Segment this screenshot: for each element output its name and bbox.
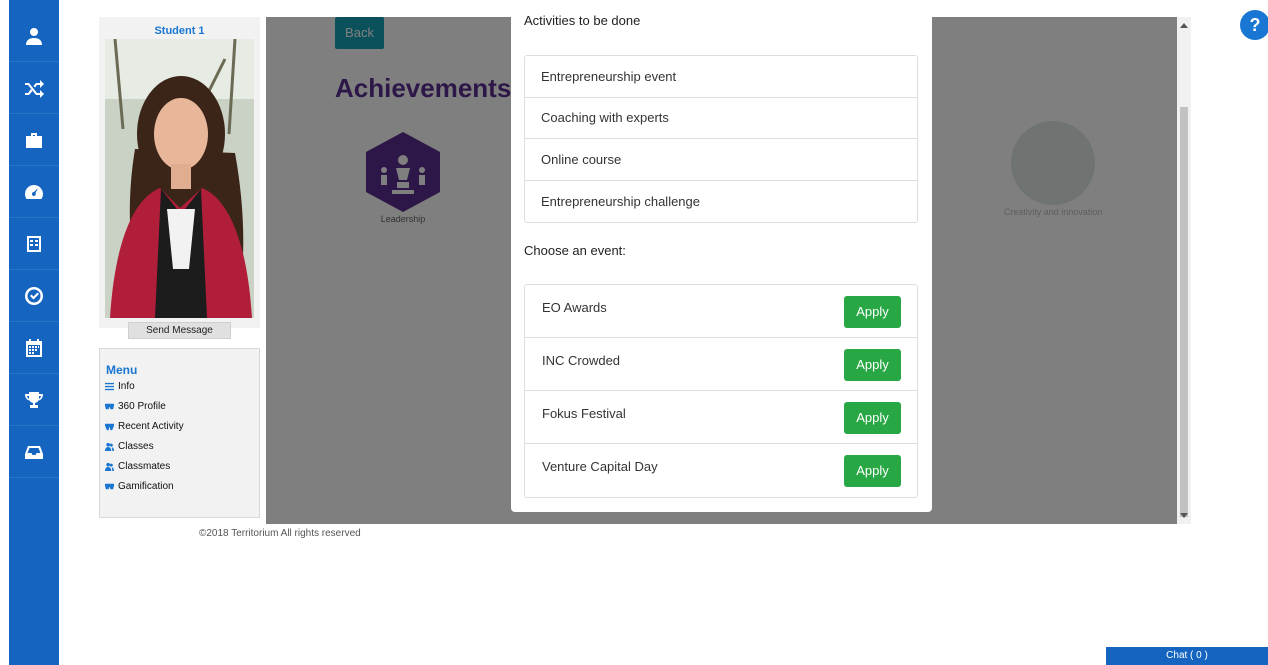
nav-profile[interactable] [9, 10, 59, 62]
nav-shuffle[interactable] [9, 62, 59, 114]
menu-item-label: Classes [118, 441, 154, 452]
student-portrait [105, 39, 254, 318]
menu-item-label: Info [118, 381, 135, 392]
nav-dashboard[interactable] [9, 166, 59, 218]
choose-event-heading: Choose an event: [524, 243, 626, 258]
apply-button[interactable]: Apply [844, 296, 901, 328]
nav-briefcase[interactable] [9, 114, 59, 166]
send-message-button[interactable]: Send Message [128, 322, 231, 339]
menu-item-label: 360 Profile [118, 401, 166, 412]
menu-item-classes[interactable]: Classes [105, 441, 154, 452]
profile-card: Student 1 Send Message [99, 17, 260, 339]
activity-item: Entrepreneurship event [525, 56, 917, 98]
menu-item-classmates[interactable]: Classmates [105, 461, 170, 472]
event-row: INC Crowded Apply [525, 338, 917, 391]
calendar-icon [26, 338, 42, 357]
apply-button[interactable]: Apply [844, 455, 901, 487]
menu-item-label: Recent Activity [118, 421, 184, 432]
activity-item: Coaching with experts [525, 98, 917, 139]
menu-item-recent-activity[interactable]: Recent Activity [105, 421, 184, 432]
inbox-icon [25, 445, 43, 459]
activities-list: Entrepreneurship event Coaching with exp… [524, 55, 918, 223]
nav-calendar[interactable] [9, 322, 59, 374]
scrollbar[interactable] [1177, 17, 1191, 524]
event-name: EO Awards [542, 300, 607, 315]
menu-item-gamification[interactable]: Gamification [105, 481, 174, 492]
activities-modal: Activities to be done Entrepreneurship e… [511, 0, 932, 512]
trophy-icon [25, 391, 43, 408]
scroll-thumb[interactable] [1180, 107, 1188, 517]
event-name: Fokus Festival [542, 406, 626, 421]
apply-button[interactable]: Apply [844, 349, 901, 381]
activity-item: Online course [525, 139, 917, 181]
check-circle-icon [25, 286, 43, 305]
list-icon [105, 382, 114, 391]
event-name: INC Crowded [542, 353, 621, 368]
menu-item-label: Classmates [118, 461, 171, 472]
dashboard-icon [25, 184, 43, 199]
users-icon [105, 462, 114, 471]
menu-title: Menu [106, 363, 138, 377]
menu-item-label: Gamification [118, 481, 174, 492]
menu-item-info[interactable]: Info [105, 381, 135, 392]
shuffle-icon [25, 79, 44, 98]
event-row: Venture Capital Day Apply [525, 444, 917, 497]
glasses-icon [105, 483, 114, 490]
nav-tasks[interactable] [9, 270, 59, 322]
glasses-icon [105, 403, 114, 410]
activities-heading: Activities to be done [524, 13, 641, 28]
event-row: Fokus Festival Apply [525, 391, 917, 444]
nav-trophy[interactable] [9, 374, 59, 426]
student-name: Student 1 [154, 25, 205, 37]
user-icon [26, 27, 42, 45]
users-icon [105, 442, 114, 451]
activity-item: Entrepreneurship challenge [541, 193, 700, 209]
chat-button[interactable]: Chat ( 0 ) [1106, 647, 1268, 665]
profile-photo [105, 39, 254, 318]
briefcase-icon [26, 132, 42, 148]
nav-notes[interactable] [9, 218, 59, 270]
notebook-icon [27, 235, 41, 252]
events-list: EO Awards Apply INC Crowded Apply Fokus … [524, 284, 918, 498]
menu-item-360-profile[interactable]: 360 Profile [105, 401, 166, 412]
event-row: EO Awards Apply [525, 285, 917, 338]
footer-copyright: ©2018 Territorium All rights reserved [199, 528, 361, 539]
side-menu: Menu Info 360 Profile Recent Activity Cl… [99, 348, 260, 518]
help-button[interactable]: ? [1240, 10, 1268, 40]
scroll-down-icon[interactable] [1180, 513, 1188, 518]
apply-button[interactable]: Apply [844, 402, 901, 434]
nav-inbox[interactable] [9, 426, 59, 478]
activity-icon [105, 423, 114, 431]
scroll-up-icon[interactable] [1180, 23, 1188, 28]
nav-rail [9, 0, 59, 665]
event-name: Venture Capital Day [542, 459, 658, 474]
